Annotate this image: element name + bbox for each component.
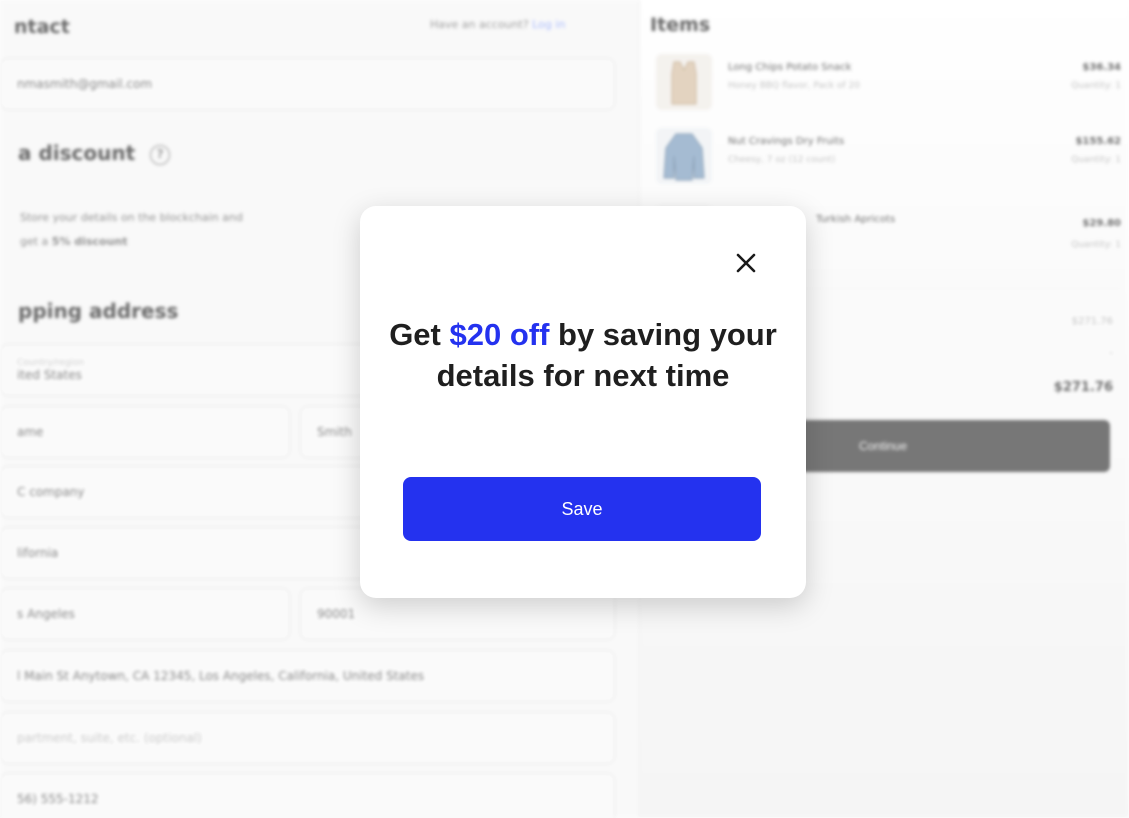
close-icon[interactable] [731, 248, 761, 278]
headline-highlight: $20 off [449, 317, 550, 352]
save-button[interactable]: Save [403, 477, 761, 541]
save-details-modal: Get $20 off by saving your details for n… [360, 206, 806, 598]
modal-headline: Get $20 off by saving your details for n… [380, 314, 786, 396]
headline-before: Get [389, 317, 450, 352]
